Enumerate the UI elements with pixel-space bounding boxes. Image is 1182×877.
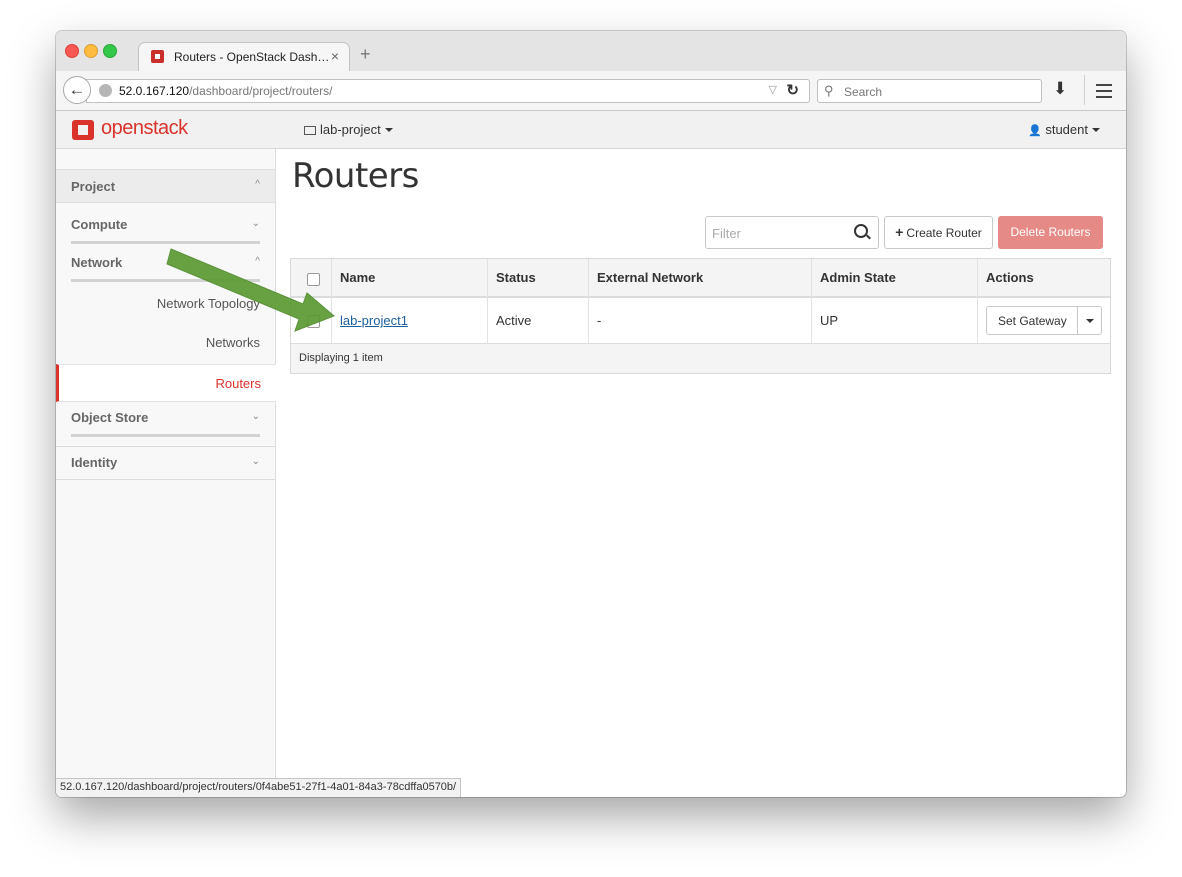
annotation-arrow-icon <box>166 248 335 332</box>
browser-window: Routers - OpenStack Dash… × + 52.0.167.1… <box>56 31 1126 797</box>
